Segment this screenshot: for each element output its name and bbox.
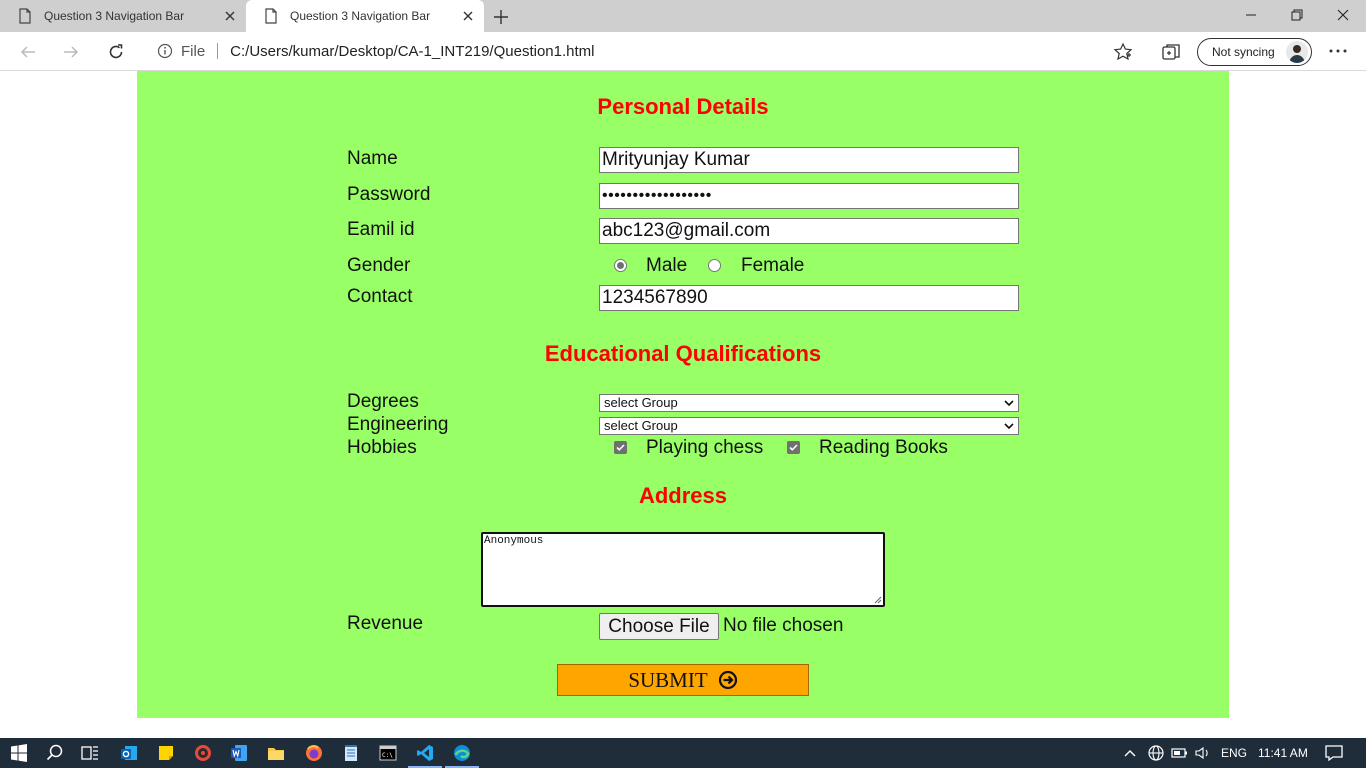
- engineering-selected: select Group: [604, 418, 678, 433]
- word-icon[interactable]: [229, 743, 249, 763]
- submit-button[interactable]: SUBMIT: [557, 664, 809, 696]
- minimize-button[interactable]: [1228, 0, 1274, 30]
- hobby-reading-label: Reading Books: [819, 437, 948, 458]
- revenue-label: Revenue: [347, 613, 424, 634]
- name-label: Name: [347, 148, 398, 169]
- email-input[interactable]: abc123@gmail.com: [599, 218, 1019, 244]
- address-textarea[interactable]: Anonymous: [481, 532, 885, 607]
- address-heading: Address: [638, 483, 728, 508]
- file-status: No file chosen: [723, 615, 844, 636]
- refresh-icon: [109, 44, 123, 59]
- gender-male-radio[interactable]: [614, 259, 627, 272]
- task-view-icon[interactable]: [80, 743, 100, 763]
- hobby-chess-label: Playing chess: [646, 437, 764, 458]
- battery-icon[interactable]: [1170, 743, 1190, 763]
- choose-file-button[interactable]: Choose File: [599, 613, 719, 640]
- profile-sync-button[interactable]: Not syncing: [1197, 38, 1312, 66]
- form-page: Personal Details Name Mrityunjay Kumar P…: [137, 71, 1229, 718]
- chevron-down-icon: [1004, 423, 1014, 429]
- toolbar: File C:/Users/kumar/Desktop/CA-1_INT219/…: [0, 32, 1366, 71]
- network-globe-icon[interactable]: [1146, 743, 1166, 763]
- star-icon[interactable]: [1113, 42, 1133, 62]
- hobby-reading-checkbox[interactable]: [787, 441, 800, 454]
- degrees-select[interactable]: select Group: [599, 394, 1019, 412]
- svg-text:C:\: C:\: [382, 752, 393, 759]
- degrees-selected: select Group: [604, 395, 678, 410]
- arrow-circle-right-icon: [718, 670, 737, 690]
- chevron-up-icon[interactable]: [1122, 743, 1138, 763]
- window-close-button[interactable]: [1320, 0, 1366, 30]
- page-icon: [265, 8, 277, 24]
- engineering-select[interactable]: select Group: [599, 417, 1019, 435]
- sync-status: Not syncing: [1212, 45, 1275, 59]
- gender-female-radio[interactable]: [708, 259, 721, 272]
- password-label: Password: [347, 184, 431, 205]
- education-heading: Educational Qualifications: [544, 341, 822, 366]
- minimize-icon: [1246, 14, 1256, 16]
- back-button[interactable]: [15, 39, 41, 65]
- terminal-icon[interactable]: C:\: [378, 743, 398, 763]
- notifications-icon[interactable]: [1324, 743, 1344, 763]
- scheme-label: File: [181, 42, 206, 60]
- gender-label: Gender: [347, 255, 411, 276]
- engineering-label: Engineering: [347, 414, 449, 435]
- forward-icon: [64, 46, 79, 58]
- gender-male-label: Male: [646, 255, 688, 276]
- restore-button[interactable]: [1274, 0, 1320, 30]
- email-label: Eamil id: [347, 219, 415, 240]
- close-icon[interactable]: [460, 8, 476, 24]
- media-icon[interactable]: [193, 743, 213, 763]
- hobby-chess-checkbox[interactable]: [614, 441, 627, 454]
- url-text[interactable]: C:/Users/kumar/Desktop/CA-1_INT219/Quest…: [230, 43, 594, 60]
- volume-icon[interactable]: [1193, 743, 1213, 763]
- tab-title: Question 3 Navigation Bar: [290, 9, 431, 23]
- forward-button[interactable]: [58, 39, 84, 65]
- notepad-icon[interactable]: [341, 743, 361, 763]
- name-input[interactable]: Mrityunjay Kumar: [599, 147, 1019, 173]
- close-icon[interactable]: [222, 8, 238, 24]
- search-icon[interactable]: [45, 743, 65, 763]
- address-bar[interactable]: File C:/Users/kumar/Desktop/CA-1_INT219/…: [145, 36, 1143, 66]
- taskbar: C:\ ENG 11:41 AM: [0, 738, 1366, 768]
- more-icon: [1329, 49, 1347, 53]
- window-close-icon: [1337, 9, 1349, 21]
- contact-label: Contact: [347, 286, 413, 307]
- tab-strip: Question 3 Navigation Bar Question 3 Nav…: [0, 0, 1366, 32]
- chevron-down-icon: [1004, 400, 1014, 406]
- tab-title: Question 3 Navigation Bar: [44, 9, 185, 23]
- submit-label: SUBMIT: [628, 667, 708, 692]
- address-value: Anonymous: [484, 535, 544, 547]
- tab-active[interactable]: Question 3 Navigation Bar: [246, 0, 484, 32]
- file-explorer-icon[interactable]: [266, 743, 286, 763]
- contact-input[interactable]: 1234567890: [599, 285, 1019, 311]
- collections-icon[interactable]: [1161, 42, 1181, 62]
- sticky-notes-icon[interactable]: [156, 743, 176, 763]
- degrees-label: Degrees: [347, 391, 419, 412]
- password-input[interactable]: ••••••••••••••••••: [599, 183, 1019, 209]
- more-menu-button[interactable]: [1327, 40, 1349, 62]
- outlook-icon[interactable]: [119, 743, 139, 763]
- windows-start-icon[interactable]: [9, 743, 29, 763]
- info-icon[interactable]: [157, 43, 173, 59]
- resize-grip-icon[interactable]: [874, 596, 882, 604]
- separator: [217, 43, 219, 59]
- gender-female-label: Female: [741, 255, 805, 276]
- tab-inactive[interactable]: Question 3 Navigation Bar: [0, 0, 246, 32]
- personal-details-heading: Personal Details: [597, 94, 769, 119]
- language-indicator[interactable]: ENG: [1221, 746, 1247, 760]
- clock[interactable]: 11:41 AM: [1258, 746, 1308, 760]
- refresh-button[interactable]: [103, 39, 129, 65]
- avatar: [1286, 41, 1308, 63]
- vscode-icon[interactable]: [415, 743, 435, 763]
- page-icon: [19, 8, 31, 24]
- restore-icon: [1291, 9, 1303, 21]
- plus-icon[interactable]: [490, 6, 512, 28]
- firefox-icon[interactable]: [304, 743, 324, 763]
- hobbies-label: Hobbies: [347, 437, 417, 458]
- back-icon: [20, 46, 35, 58]
- edge-icon[interactable]: [452, 743, 472, 763]
